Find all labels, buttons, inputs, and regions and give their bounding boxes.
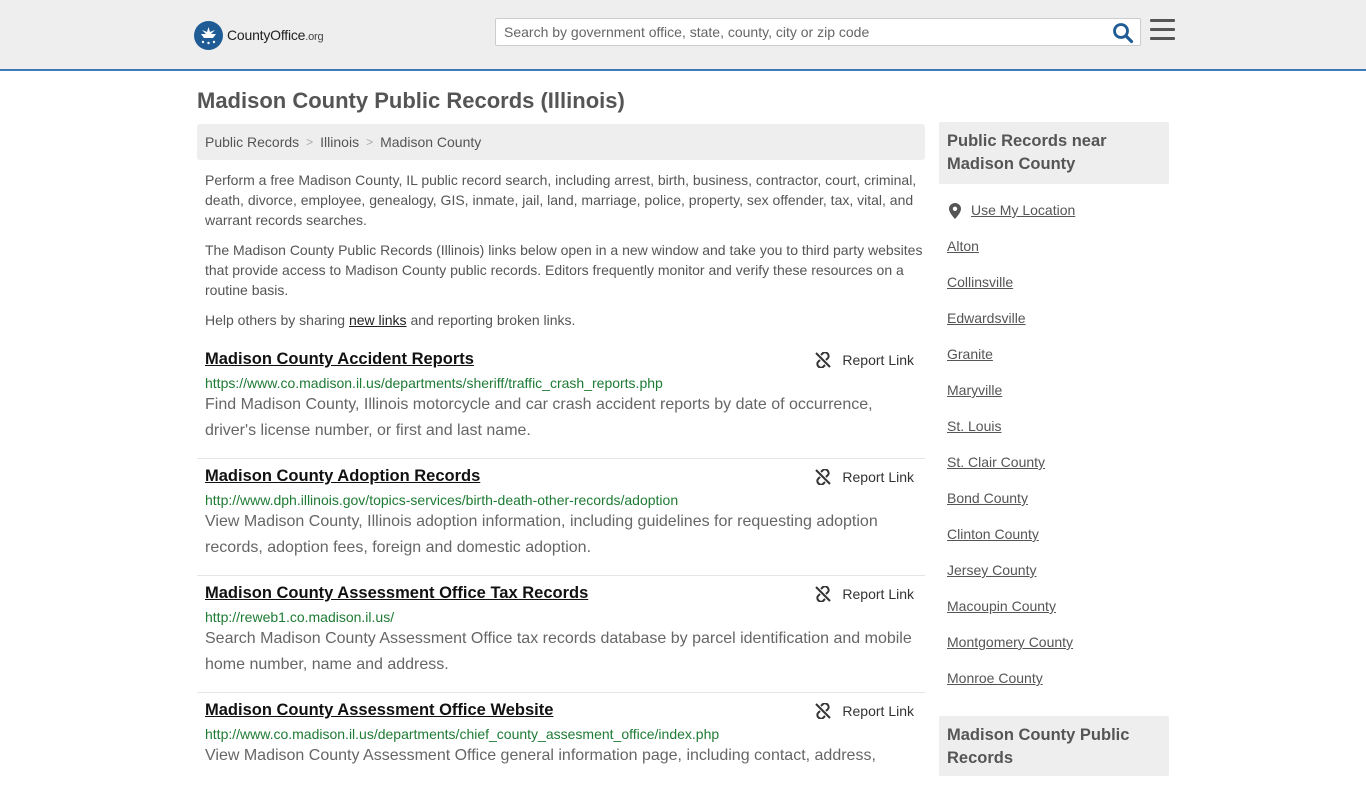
- nearby-item-clinton-county: Clinton County: [947, 526, 1161, 562]
- record-url[interactable]: http://reweb1.co.madison.il.us/: [205, 609, 917, 625]
- intro-text: Perform a free Madison County, IL public…: [205, 170, 923, 340]
- report-link-label: Report Link: [842, 703, 914, 719]
- new-links-link[interactable]: new links: [349, 312, 407, 328]
- nearby-item-collinsville: Collinsville: [947, 274, 1161, 310]
- search-box: [495, 18, 1141, 46]
- intro-paragraph-1: Perform a free Madison County, IL public…: [205, 172, 917, 228]
- nearby-item-macoupin-county: Macoupin County: [947, 598, 1161, 634]
- nearby-link[interactable]: Montgomery County: [947, 634, 1073, 650]
- breadcrumb-separator-icon: >: [306, 135, 314, 149]
- record-item: Madison County Assessment Office Website…: [197, 693, 925, 810]
- breadcrumb: Public Records > Illinois > Madison Coun…: [197, 124, 925, 160]
- record-description: View Madison County, Illinois adoption i…: [205, 513, 878, 556]
- record-description: View Madison County Assessment Office ge…: [205, 747, 876, 764]
- breadcrumb-madison-county[interactable]: Madison County: [380, 134, 481, 150]
- record-title-link[interactable]: Madison County Accident Reports: [205, 350, 474, 369]
- nearby-link[interactable]: Bond County: [947, 490, 1028, 506]
- seal-icon: [194, 20, 223, 50]
- record-title-link[interactable]: Madison County Assessment Office Website: [205, 701, 553, 720]
- nearby-link[interactable]: Jersey County: [947, 562, 1036, 578]
- report-link-label: Report Link: [842, 352, 914, 368]
- report-link-label: Report Link: [842, 469, 914, 485]
- broken-link-icon: [815, 586, 832, 602]
- nearby-item-montgomery-county: Montgomery County: [947, 634, 1161, 670]
- nearby-list: Use My Location Alton Collinsville Edwar…: [939, 184, 1169, 706]
- page-title: Madison County Public Records (Illinois): [197, 88, 625, 113]
- use-my-location-link[interactable]: Use My Location: [971, 202, 1075, 218]
- report-link-button[interactable]: Report Link: [815, 586, 914, 602]
- sidebar-heading: Public Records near Madison County: [939, 122, 1169, 184]
- record-item: Madison County Assessment Office Tax Rec…: [197, 576, 925, 693]
- broken-link-icon: [815, 703, 832, 719]
- nearby-item-maryville: Maryville: [947, 382, 1161, 418]
- record-title-link[interactable]: Madison County Adoption Records: [205, 467, 480, 486]
- record-url[interactable]: https://www.co.madison.il.us/departments…: [205, 375, 917, 391]
- record-url[interactable]: http://www.co.madison.il.us/departments/…: [205, 726, 917, 742]
- nearby-link[interactable]: Edwardsville: [947, 310, 1026, 326]
- report-link-label: Report Link: [842, 586, 914, 602]
- sidebar-heading-2: Madison County Public Records: [939, 716, 1169, 776]
- intro-paragraph-2: The Madison County Public Records (Illin…: [205, 242, 923, 298]
- nearby-link[interactable]: Alton: [947, 238, 979, 254]
- nearby-item-st-clair-county: St. Clair County: [947, 454, 1161, 490]
- broken-link-icon: [815, 352, 832, 368]
- nearby-link[interactable]: Monroe County: [947, 670, 1043, 686]
- nearby-item-monroe-county: Monroe County: [947, 670, 1161, 706]
- search-icon[interactable]: [1112, 22, 1134, 44]
- nearby-link[interactable]: St. Louis: [947, 418, 1001, 434]
- search-input[interactable]: [496, 19, 1106, 45]
- breadcrumb-illinois[interactable]: Illinois: [320, 134, 359, 150]
- nearby-link[interactable]: Collinsville: [947, 274, 1013, 290]
- top-bar: CountyOffice.org: [0, 0, 1366, 71]
- intro-paragraph-3: Help others by sharing new links and rep…: [205, 312, 576, 328]
- record-url[interactable]: http://www.dph.illinois.gov/topics-servi…: [205, 492, 917, 508]
- record-description: Search Madison County Assessment Office …: [205, 630, 912, 673]
- record-description: Find Madison County, Illinois motorcycle…: [205, 396, 873, 439]
- hamburger-menu-icon[interactable]: [1150, 19, 1175, 41]
- broken-link-icon: [815, 469, 832, 485]
- nearby-link[interactable]: Clinton County: [947, 526, 1039, 542]
- nearby-item-st-louis: St. Louis: [947, 418, 1161, 454]
- report-link-button[interactable]: Report Link: [815, 703, 914, 719]
- record-item: Madison County Accident Reports Report L…: [197, 342, 925, 459]
- nearby-link[interactable]: Macoupin County: [947, 598, 1056, 614]
- nearby-item-alton: Alton: [947, 238, 1161, 274]
- nearby-link[interactable]: Maryville: [947, 382, 1002, 398]
- report-link-button[interactable]: Report Link: [815, 469, 914, 485]
- nearby-link[interactable]: Granite: [947, 346, 993, 362]
- record-item: Madison County Adoption Records Report L…: [197, 459, 925, 576]
- nearby-item-granite: Granite: [947, 346, 1161, 382]
- brand-name: CountyOffice.org: [227, 27, 324, 43]
- sidebar: Public Records near Madison County Use M…: [939, 122, 1169, 776]
- use-location-item: Use My Location: [947, 202, 1161, 238]
- record-title-link[interactable]: Madison County Assessment Office Tax Rec…: [205, 584, 588, 603]
- nearby-link[interactable]: St. Clair County: [947, 454, 1045, 470]
- site-logo[interactable]: CountyOffice.org: [194, 20, 324, 50]
- nearby-item-bond-county: Bond County: [947, 490, 1161, 526]
- nearby-item-jersey-county: Jersey County: [947, 562, 1161, 598]
- nearby-item-edwardsville: Edwardsville: [947, 310, 1161, 346]
- map-pin-icon: [949, 203, 961, 219]
- breadcrumb-separator-icon: >: [366, 135, 374, 149]
- report-link-button[interactable]: Report Link: [815, 352, 914, 368]
- breadcrumb-public-records[interactable]: Public Records: [205, 134, 299, 150]
- records-list: Madison County Accident Reports Report L…: [197, 342, 925, 810]
